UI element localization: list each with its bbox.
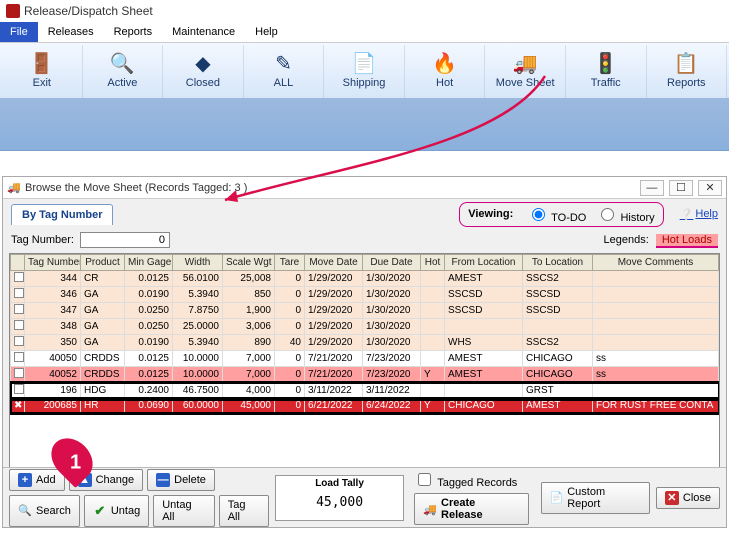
table-row[interactable]: 344CR0.012556.010025,00801/29/20201/30/2… [11,271,719,287]
help-link[interactable]: ❔ Help [680,208,718,221]
menu-file[interactable]: File [0,22,38,42]
close-window-button[interactable]: ✕ [698,180,722,196]
reports-icon: 📋 [647,49,727,77]
col-check[interactable] [11,255,25,271]
main-title-bar: Release/Dispatch Sheet [0,0,729,22]
child-title-bar: 🚚 Browse the Move Sheet (Records Tagged:… [3,177,726,199]
col-width[interactable]: Width [173,255,223,271]
minimize-button[interactable]: — [640,180,664,196]
bottom-bar: +Add ▲Change —Delete 🔍Search ✔Untag Unta… [3,467,726,527]
col-product[interactable]: Product [81,255,125,271]
help-icon: ❔ [680,208,694,221]
toolbar-shipping[interactable]: 📄Shipping [324,45,405,98]
ribbon-spacer [0,99,729,151]
col-scale-wgt[interactable]: Scale Wgt [223,255,275,271]
menu-help[interactable]: Help [245,22,288,42]
traffic-icon: 🚦 [566,49,646,77]
load-tally-label: Load Tally [282,478,398,489]
window-buttons: — ☐ ✕ [638,180,722,196]
untag-all-button[interactable]: Untag All [153,495,215,527]
col-move-comments[interactable]: Move Comments [593,255,719,271]
shipping-icon: 📄 [324,49,404,77]
tag-all-button[interactable]: Tag All [219,495,269,527]
all-icon: ✎ [244,49,324,77]
viewing-group: Viewing: TO-DO History [459,202,663,227]
toolbar-move-sheet[interactable]: 🚚Move Sheet [485,45,566,98]
col-tare[interactable]: Tare [275,255,305,271]
viewing-label: Viewing: [468,208,513,220]
legend-hot-loads: Hot Loads [656,234,718,248]
toolbar-hot[interactable]: 🔥Hot [405,45,486,98]
col-min-gage[interactable]: Min Gage [125,255,173,271]
col-to-location[interactable]: To Location [523,255,593,271]
toolbar-reports[interactable]: 📋Reports [647,45,728,98]
load-tally-value: 45,000 [282,495,398,510]
app-title: Release/Dispatch Sheet [24,4,153,18]
menubar: File Releases Reports Maintenance Help [0,22,729,43]
table-row[interactable]: 40052CRDDS0.012510.00007,00007/21/20207/… [11,367,719,383]
table-row[interactable]: 348GA0.025025.00003,00601/29/20201/30/20… [11,319,719,335]
app-icon [6,4,20,18]
table-row[interactable]: 346GA0.01905.394085001/29/20201/30/2020S… [11,287,719,303]
create-release-button[interactable]: 🚚 Create Release [414,493,528,525]
move-sheet-window: 🚚 Browse the Move Sheet (Records Tagged:… [2,176,727,528]
table-row[interactable]: ✖200685HR0.069060.000045,00006/21/20226/… [11,399,719,413]
tagged-records-check[interactable]: Tagged Records [414,470,528,489]
closed-icon: ◆ [163,49,243,77]
untag-button[interactable]: ✔Untag [84,495,149,527]
viewing-history[interactable]: History [596,205,654,224]
tab-by-tag-number[interactable]: By Tag Number [11,204,113,225]
custom-report-button[interactable]: 📄 Custom Report [541,482,650,514]
child-title-text: Browse the Move Sheet (Records Tagged: 3… [25,182,247,194]
col-move-date[interactable]: Move Date [305,255,363,271]
table-row[interactable]: 40050CRDDS0.012510.00007,00007/21/20207/… [11,351,719,367]
toolbar-all[interactable]: ✎ALL [244,45,325,98]
menu-releases[interactable]: Releases [38,22,104,42]
active-icon: 🔍 [83,49,163,77]
toolbar-traffic[interactable]: 🚦Traffic [566,45,647,98]
tag-number-input[interactable] [80,232,170,248]
move-sheet-grid[interactable]: Tag NumberProductMin GageWidthScale WgtT… [9,253,720,477]
main-toolbar: 🚪Exit🔍Active◆Closed✎ALL📄Shipping🔥Hot🚚Mov… [0,43,729,99]
delete-button[interactable]: —Delete [147,469,215,491]
menu-maintenance[interactable]: Maintenance [162,22,245,42]
child-window-icon: 🚚 [7,181,21,195]
exit-icon: 🚪 [2,49,82,77]
toolbar-active[interactable]: 🔍Active [83,45,164,98]
toolbar-closed[interactable]: ◆Closed [163,45,244,98]
move-sheet-icon: 🚚 [485,49,565,77]
close-button[interactable]: ✕Close [656,487,720,509]
search-button[interactable]: 🔍Search [9,495,80,527]
col-hot[interactable]: Hot [421,255,445,271]
maximize-button[interactable]: ☐ [669,180,693,196]
col-tag-number[interactable]: Tag Number [25,255,81,271]
legends-label: Legends: [604,234,649,246]
menu-reports[interactable]: Reports [104,22,163,42]
col-due-date[interactable]: Due Date [363,255,421,271]
toolbar-exit[interactable]: 🚪Exit [2,45,83,98]
viewing-todo[interactable]: TO-DO [527,205,586,224]
table-row[interactable]: 350GA0.01905.3940890401/29/20201/30/2020… [11,335,719,351]
table-row[interactable]: 196HDG0.240046.75004,00003/11/20223/11/2… [11,383,719,399]
hot-icon: 🔥 [405,49,485,77]
tag-number-label: Tag Number: [11,234,74,246]
add-button[interactable]: +Add [9,469,65,491]
table-row[interactable]: 347GA0.02507.87501,90001/29/20201/30/202… [11,303,719,319]
col-from-location[interactable]: From Location [445,255,523,271]
load-tally-panel: Load Tally 45,000 [275,475,405,521]
